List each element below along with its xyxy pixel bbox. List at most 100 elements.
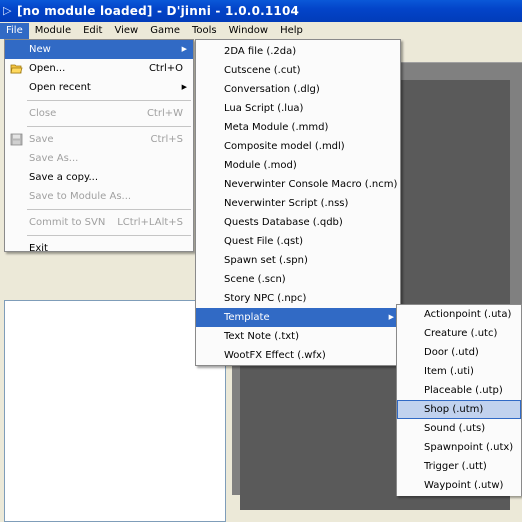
menu-game[interactable]: Game (144, 23, 186, 39)
new-2da-label: 2DA file (.2da) (224, 46, 297, 57)
template-shop-item[interactable]: Shop (.utm) (397, 400, 521, 419)
menu-window[interactable]: Window (223, 23, 274, 39)
new-console-macro-item[interactable]: Neverwinter Console Macro (.ncm) (196, 175, 400, 194)
file-open-recent-item[interactable]: Open recent ▶ (5, 78, 193, 97)
submenu-arrow-icon: ▶ (388, 313, 394, 321)
menu-separator (27, 235, 191, 236)
file-new-item[interactable]: New ▶ (5, 40, 193, 59)
new-text-note-label: Text Note (.txt) (224, 331, 299, 342)
new-template-label: Template (224, 312, 270, 323)
menu-help[interactable]: Help (274, 23, 309, 39)
file-open-label: Open... (29, 63, 66, 74)
menu-view[interactable]: View (108, 23, 144, 39)
new-quest-file-item[interactable]: Quest File (.qst) (196, 232, 400, 251)
new-cutscene-label: Cutscene (.cut) (224, 65, 301, 76)
new-cutscene-item[interactable]: Cutscene (.cut) (196, 61, 400, 80)
template-actionpoint-label: Actionpoint (.uta) (424, 309, 512, 320)
file-save-copy-item[interactable]: Save a copy... (5, 168, 193, 187)
new-scene-item[interactable]: Scene (.scn) (196, 270, 400, 289)
file-close-item[interactable]: Close Ctrl+W (5, 104, 193, 123)
menu-edit[interactable]: Edit (77, 23, 108, 39)
save-disk-icon (10, 133, 23, 146)
template-door-item[interactable]: Door (.utd) (397, 343, 521, 362)
file-commit-svn-item[interactable]: Commit to SVN LCtrl+LAlt+S (5, 213, 193, 232)
template-door-label: Door (.utd) (424, 347, 479, 358)
new-2da-item[interactable]: 2DA file (.2da) (196, 42, 400, 61)
template-actionpoint-item[interactable]: Actionpoint (.uta) (397, 305, 521, 324)
file-save-shortcut: Ctrl+S (150, 134, 183, 145)
menu-separator (27, 100, 191, 101)
new-quest-file-label: Quest File (.qst) (224, 236, 304, 247)
menu-separator (27, 126, 191, 127)
template-shop-label: Shop (.utm) (424, 404, 484, 415)
new-conversation-label: Conversation (.dlg) (224, 84, 320, 95)
template-sound-item[interactable]: Sound (.uts) (397, 419, 521, 438)
file-menu: New ▶ Open... Ctrl+O Open recent ▶ Close… (4, 39, 194, 254)
menu-file[interactable]: File (0, 23, 29, 39)
file-close-shortcut: Ctrl+W (146, 108, 183, 119)
file-save-copy-label: Save a copy... (29, 172, 99, 183)
menu-tools[interactable]: Tools (186, 23, 223, 39)
project-tree[interactable] (4, 300, 226, 522)
template-item-item[interactable]: Item (.uti) (397, 362, 521, 381)
new-module-label: Module (.mod) (224, 160, 297, 171)
template-trigger-label: Trigger (.utt) (424, 461, 487, 472)
file-save-as-label: Save As... (29, 153, 79, 164)
file-save-as-item[interactable]: Save As... (5, 149, 193, 168)
template-item-label: Item (.uti) (424, 366, 474, 377)
new-console-macro-label: Neverwinter Console Macro (.ncm) (224, 179, 398, 190)
new-meta-module-item[interactable]: Meta Module (.mmd) (196, 118, 400, 137)
file-save-item[interactable]: Save Ctrl+S (5, 130, 193, 149)
new-wootfx-label: WootFX Effect (.wfx) (224, 350, 326, 361)
open-folder-icon (10, 62, 23, 75)
menu-separator (27, 209, 191, 210)
new-module-item[interactable]: Module (.mod) (196, 156, 400, 175)
file-commit-svn-shortcut: LCtrl+LAlt+S (117, 217, 183, 228)
new-meta-module-label: Meta Module (.mmd) (224, 122, 329, 133)
new-story-npc-label: Story NPC (.npc) (224, 293, 307, 304)
submenu-arrow-icon: ▶ (181, 83, 187, 91)
template-placeable-item[interactable]: Placeable (.utp) (397, 381, 521, 400)
submenu-arrow-icon: ▶ (181, 45, 187, 53)
menu-module[interactable]: Module (29, 23, 77, 39)
file-exit-item[interactable]: Exit (5, 239, 193, 258)
template-creature-label: Creature (.utc) (424, 328, 498, 339)
title-bar: ▷ [no module loaded] - D'jinni - 1.0.0.1… (0, 0, 522, 22)
new-lua-script-label: Lua Script (.lua) (224, 103, 304, 114)
new-template-item[interactable]: Template ▶ (196, 308, 400, 327)
template-submenu: Actionpoint (.uta) Creature (.utc) Door … (396, 304, 522, 496)
file-open-item[interactable]: Open... Ctrl+O (5, 59, 193, 78)
template-trigger-item[interactable]: Trigger (.utt) (397, 457, 521, 476)
file-save-to-module-label: Save to Module As... (29, 191, 132, 202)
template-spawnpoint-item[interactable]: Spawnpoint (.utx) (397, 438, 521, 457)
new-submenu: 2DA file (.2da) Cutscene (.cut) Conversa… (195, 39, 401, 366)
new-nw-script-item[interactable]: Neverwinter Script (.nss) (196, 194, 400, 213)
new-quests-db-label: Quests Database (.qdb) (224, 217, 343, 228)
menu-bar: File Module Edit View Game Tools Window … (0, 22, 522, 40)
file-save-to-module-item[interactable]: Save to Module As... (5, 187, 193, 206)
new-text-note-item[interactable]: Text Note (.txt) (196, 327, 400, 346)
file-open-shortcut: Ctrl+O (148, 63, 183, 74)
new-story-npc-item[interactable]: Story NPC (.npc) (196, 289, 400, 308)
new-quests-db-item[interactable]: Quests Database (.qdb) (196, 213, 400, 232)
new-spawn-set-label: Spawn set (.spn) (224, 255, 308, 266)
new-spawn-set-item[interactable]: Spawn set (.spn) (196, 251, 400, 270)
template-spawnpoint-label: Spawnpoint (.utx) (424, 442, 514, 453)
window-title: [no module loaded] - D'jinni - 1.0.0.110… (17, 4, 300, 18)
new-composite-model-label: Composite model (.mdl) (224, 141, 345, 152)
file-open-recent-label: Open recent (29, 82, 91, 93)
new-lua-script-item[interactable]: Lua Script (.lua) (196, 99, 400, 118)
app-icon[interactable]: ▷ (3, 4, 13, 18)
new-conversation-item[interactable]: Conversation (.dlg) (196, 80, 400, 99)
file-exit-label: Exit (29, 243, 48, 254)
new-wootfx-item[interactable]: WootFX Effect (.wfx) (196, 346, 400, 365)
file-save-label: Save (29, 134, 54, 145)
file-commit-svn-label: Commit to SVN (29, 217, 106, 228)
template-waypoint-item[interactable]: Waypoint (.utw) (397, 476, 521, 495)
template-waypoint-label: Waypoint (.utw) (424, 480, 504, 491)
new-nw-script-label: Neverwinter Script (.nss) (224, 198, 349, 209)
file-close-label: Close (29, 108, 57, 119)
template-creature-item[interactable]: Creature (.utc) (397, 324, 521, 343)
file-new-label: New (29, 44, 51, 55)
new-composite-model-item[interactable]: Composite model (.mdl) (196, 137, 400, 156)
